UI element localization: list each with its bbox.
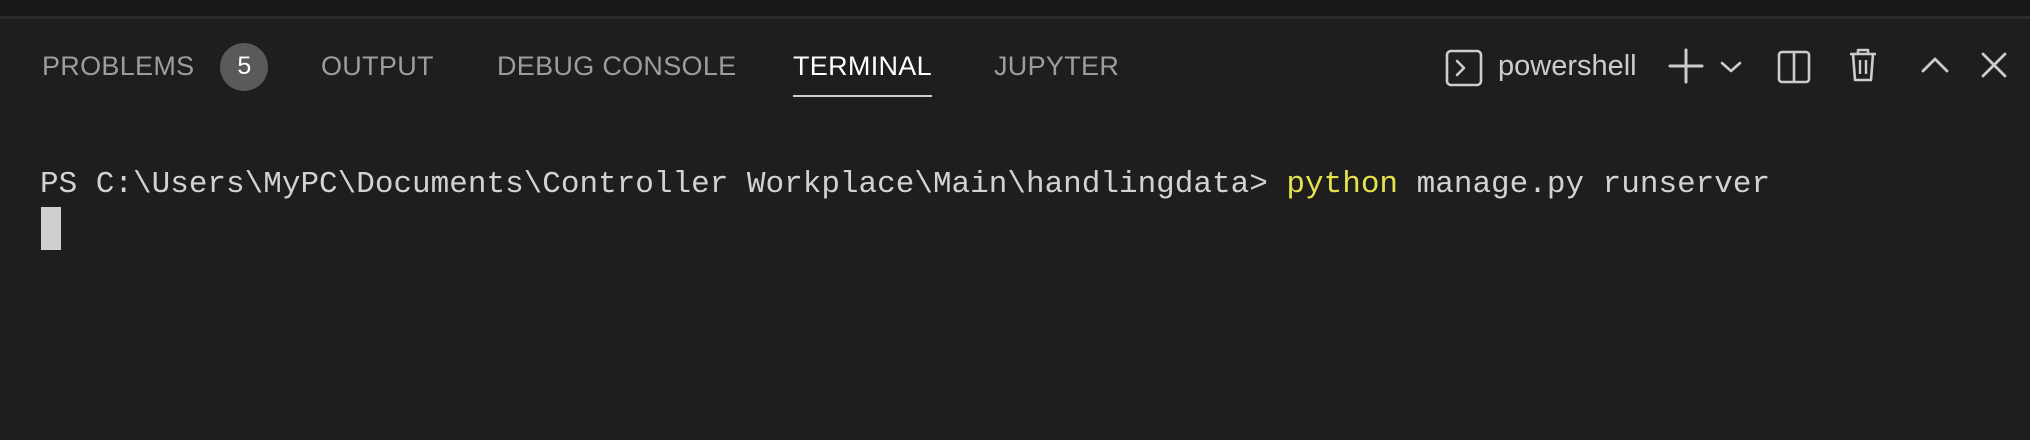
problems-count-badge: 5 [220, 42, 269, 91]
trash-icon[interactable] [1843, 45, 1883, 85]
tab-problems-label: PROBLEMS [42, 51, 195, 81]
chevron-up-icon[interactable] [1918, 50, 1952, 80]
tab-jupyter-label: JUPYTER [994, 51, 1120, 81]
terminal-panel: PROBLEMS 5 OUTPUT DEBUG CONSOLE TERMINAL… [0, 0, 2030, 440]
tab-problems[interactable]: PROBLEMS 5 [42, 19, 269, 114]
tab-output-label: OUTPUT [321, 51, 434, 81]
tab-output[interactable]: OUTPUT [321, 19, 434, 114]
tab-terminal-label: TERMINAL [793, 51, 932, 81]
terminal-prompt: PS C:\Users\MyPC\Documents\Controller Wo… [40, 167, 1287, 202]
terminal-icon[interactable] [1444, 48, 1484, 88]
terminal-command-line: PS C:\Users\MyPC\Documents\Controller Wo… [40, 167, 1770, 202]
editor-area-edge [0, 0, 2030, 16]
command-keyword: python [1286, 167, 1399, 202]
tab-debug-console[interactable]: DEBUG CONSOLE [497, 19, 736, 114]
command-args: manage.py runserver [1398, 167, 1771, 202]
tab-debug-console-label: DEBUG CONSOLE [497, 51, 737, 81]
terminal-cursor [41, 207, 61, 250]
add-icon[interactable] [1666, 46, 1706, 86]
panel-tab-bar: PROBLEMS 5 OUTPUT DEBUG CONSOLE TERMINAL… [0, 19, 2030, 114]
terminal-output[interactable]: PS C:\Users\MyPC\Documents\Controller Wo… [0, 114, 2030, 440]
chevron-down-icon[interactable] [1716, 52, 1746, 82]
tab-jupyter[interactable]: JUPYTER [994, 19, 1119, 114]
shell-name-label[interactable]: powershell [1498, 50, 1637, 83]
active-tab-indicator [793, 95, 932, 97]
close-icon[interactable] [1977, 48, 2011, 82]
tab-terminal[interactable]: TERMINAL [793, 19, 932, 114]
split-icon[interactable] [1774, 47, 1814, 87]
